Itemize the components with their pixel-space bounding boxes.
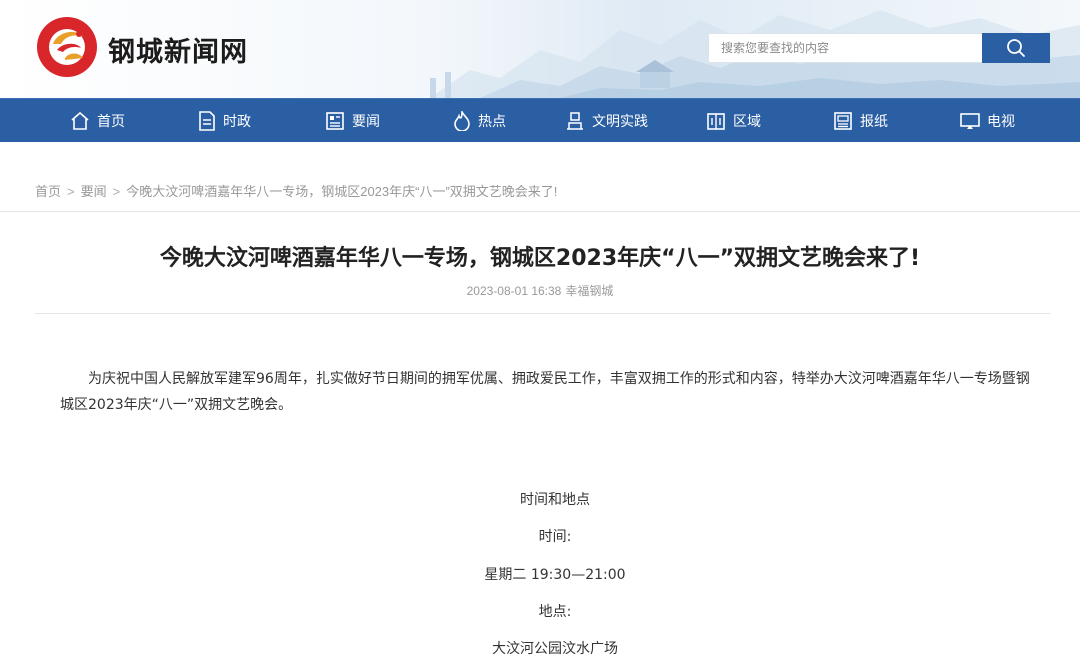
location-value: 大汶河公园汶水广场 (492, 641, 618, 657)
main-nav: 首页 时政 要闻 热点 文明实践 区域 报纸 电视 (0, 98, 1080, 142)
article-meta: 2023-08-01 16:38 幸福钢城 (0, 282, 1080, 299)
nav-item-tv[interactable]: 电视 (960, 99, 1015, 143)
nav-item-home[interactable]: 首页 (70, 99, 125, 143)
nav-item-label: 区域 (733, 113, 761, 129)
breadcrumb-section-link[interactable]: 要闻 (81, 184, 107, 199)
nav-item-label: 要闻 (352, 113, 380, 129)
article-title: 今晚大汶河啤酒嘉年华八一专场，钢城区2023年庆“八一”双拥文艺晚会来了! (159, 246, 921, 271)
breadcrumb: 首页 > 要闻 > 今晚大汶河啤酒嘉年华八一专场，钢城区2023年庆“八一”双拥文艺晚会… (35, 181, 557, 200)
home-icon (71, 111, 89, 130)
nav-item-hot[interactable]: 热点 (453, 99, 506, 143)
time-value: 星期二 19:30—21:00 (484, 567, 626, 583)
nav-item-label: 热点 (478, 113, 506, 129)
nav-item-newspaper[interactable]: 报纸 (833, 99, 888, 143)
phoenix-logo-icon[interactable] (35, 14, 99, 78)
time-label: 时间: (538, 529, 572, 545)
site-name[interactable]: 钢城新闻网 (108, 30, 248, 69)
nav-item-label: 文明实践 (592, 113, 648, 129)
nav-item-news[interactable]: 要闻 (325, 99, 380, 143)
nav-item-label: 报纸 (860, 113, 888, 129)
nav-item-label: 首页 (97, 113, 125, 129)
breadcrumb-separator: > (112, 184, 121, 199)
search-input[interactable]: 搜索您要查找的内容 (708, 33, 982, 63)
article-date: 2023-08-01 16:38 (466, 284, 562, 298)
document-icon (199, 111, 215, 131)
divider (0, 211, 1080, 212)
nav-item-civilization[interactable]: 文明实践 (565, 99, 648, 143)
breadcrumb-separator: > (67, 184, 75, 199)
article-intro-paragraph: 为庆祝中国人民解放军建军96周年，扎实做好节日期间的拥军优属、拥政爱民工作，丰富… (60, 371, 1030, 413)
location-label: 地点: (538, 604, 572, 620)
breadcrumb-home-link[interactable]: 首页 (35, 184, 61, 199)
divider (35, 313, 1050, 314)
tv-icon (960, 113, 980, 129)
article-source: 幸福钢城 (565, 284, 614, 298)
search-button[interactable] (982, 33, 1050, 63)
flame-icon (454, 111, 470, 131)
section-heading: 时间和地点 (520, 492, 590, 508)
breadcrumb-current: 今晚大汶河啤酒嘉年华八一专场，钢城区2023年庆“八一”双拥文艺晚会来了! (126, 184, 558, 199)
podium-icon (567, 112, 583, 130)
nav-item-label: 电视 (987, 113, 1015, 129)
newspaper-icon (326, 112, 344, 130)
paper-icon (834, 112, 852, 130)
search-icon (1007, 39, 1025, 57)
nav-item-label: 时政 (223, 113, 251, 129)
site-header: 钢城新闻网 搜索您要查找的内容 (0, 0, 1080, 98)
region-icon (707, 113, 725, 130)
nav-item-region[interactable]: 区域 (706, 99, 761, 143)
nav-item-politics[interactable]: 时政 (198, 99, 251, 143)
